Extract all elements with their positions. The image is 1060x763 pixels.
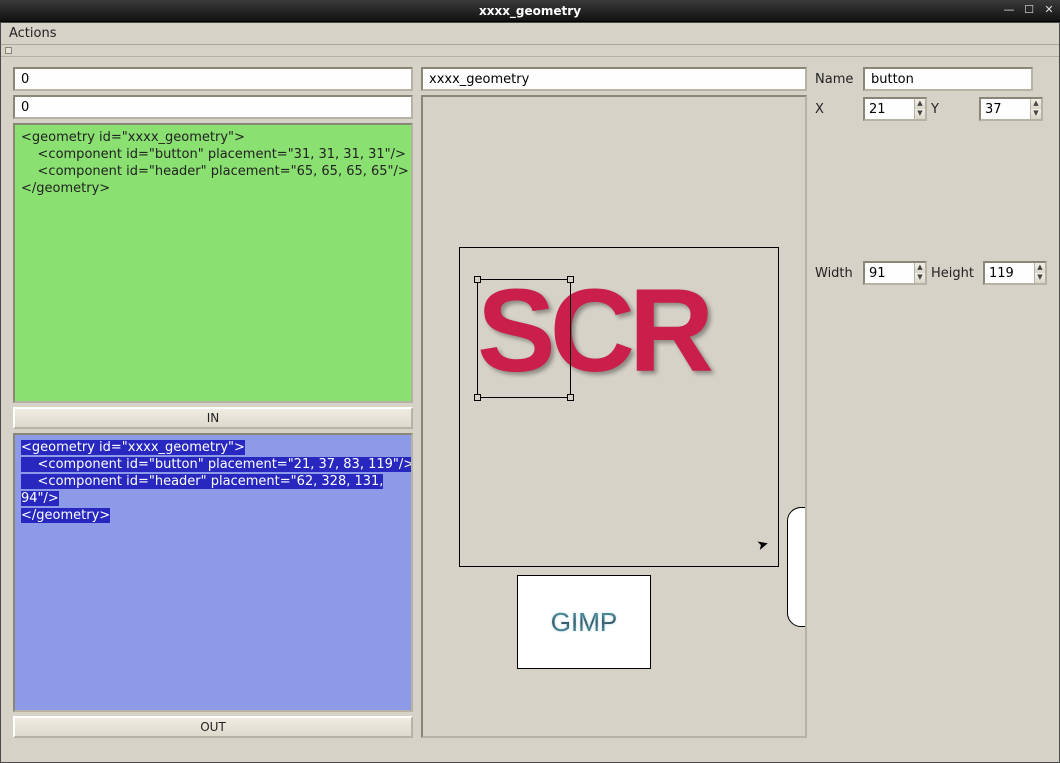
code-in-box[interactable]: <geometry id="xxxx_geometry"> <component… [13,123,413,403]
offset-input-1[interactable] [21,72,405,87]
canvas-host: SCR GIMP ➤ [421,95,807,738]
offset-field-1[interactable] [13,67,413,91]
out-button[interactable]: OUT [13,716,413,738]
window-title: xxxx_geometry [0,4,1060,18]
resize-handle-sw-icon[interactable] [474,394,481,401]
x-input[interactable] [865,99,914,119]
name-label: Name [815,72,859,87]
code-out-line: <geometry id="xxxx_geometry"> [21,440,245,455]
code-in-line: <component id="button" placement="31, 31… [21,147,406,162]
name-field[interactable] [863,67,1033,91]
code-out-line: </geometry> [21,508,110,523]
y-label: Y [931,102,975,117]
x-spinner[interactable]: ▲ ▼ [863,97,927,121]
minimize-icon[interactable]: — [1002,3,1016,17]
spinner-up-icon[interactable]: ▲ [1031,99,1041,109]
path-input[interactable] [429,72,799,87]
y-input[interactable] [981,99,1030,119]
offset-field-2[interactable] [13,95,413,119]
menu-actions[interactable]: Actions [9,26,57,41]
code-in-line: <geometry id="xxxx_geometry"> [21,130,245,145]
width-input[interactable] [865,263,914,283]
resize-handle-se-icon[interactable] [567,394,574,401]
titlebar[interactable]: xxxx_geometry — ☐ ✕ [0,0,1060,22]
height-label: Height [931,266,979,281]
height-input[interactable] [985,263,1034,283]
y-spinner[interactable]: ▲ ▼ [979,97,1043,121]
left-panel: <geometry id="xxxx_geometry"> <component… [13,67,413,738]
spinner-down-icon[interactable]: ▼ [1035,273,1045,283]
name-input[interactable] [871,72,1025,87]
offset-input-2[interactable] [21,100,405,115]
spinner-up-icon[interactable]: ▲ [915,99,925,109]
code-out-box[interactable]: <geometry id="xxxx_geometry"> <component… [13,433,413,713]
y-spinner-arrows: ▲ ▼ [1030,99,1041,119]
code-out-line: <component id="header" placement="62, 32… [21,474,383,489]
resize-handle-nw-icon[interactable] [474,276,481,283]
resize-handle-ne-icon[interactable] [567,276,574,283]
workspace: <geometry id="xxxx_geometry"> <component… [1,57,1059,762]
width-label: Width [815,266,859,281]
width-spinner[interactable]: ▲ ▼ [863,261,927,285]
canvas[interactable]: SCR GIMP ➤ [423,97,805,736]
center-panel: SCR GIMP ➤ [421,67,807,738]
x-spinner-arrows: ▲ ▼ [914,99,925,119]
gimp-logo-icon: GIMP [551,607,617,638]
selection-rect[interactable] [477,279,571,398]
height-spinner-arrows: ▲ ▼ [1034,263,1045,283]
spinner-up-icon[interactable]: ▲ [1035,263,1045,273]
window-controls: — ☐ ✕ [1002,3,1056,17]
menubar: Actions [1,23,1059,45]
in-button[interactable]: IN [13,407,413,429]
spinner-up-icon[interactable]: ▲ [915,263,925,273]
window-body: Actions <geometry id="xxxx_geometry"> <c… [0,22,1060,763]
properties-panel: Name X ▲ ▼ Y [815,67,1047,738]
maximize-icon[interactable]: ☐ [1022,3,1036,17]
path-field[interactable] [421,67,807,91]
app-window: xxxx_geometry — ☐ ✕ Actions <geometry id… [0,0,1060,763]
spinner-down-icon[interactable]: ▼ [915,273,925,283]
spinner-down-icon[interactable]: ▼ [915,109,925,119]
toolbar-strip [1,45,1059,57]
code-in-line: </geometry> [21,181,110,196]
code-in-line: <component id="header" placement="65, 65… [21,164,409,179]
spinner-down-icon[interactable]: ▼ [1031,109,1041,119]
height-spinner[interactable]: ▲ ▼ [983,261,1047,285]
code-out-line: <component id="button" placement="21, 37… [21,457,413,472]
side-logo-peek [787,507,807,627]
gimp-thumbnail[interactable]: GIMP [517,575,651,669]
x-label: X [815,102,859,117]
close-icon[interactable]: ✕ [1042,3,1056,17]
toolbar-grip-icon[interactable] [5,47,12,54]
code-out-line: 94"/> [21,491,59,506]
width-spinner-arrows: ▲ ▼ [914,263,925,283]
